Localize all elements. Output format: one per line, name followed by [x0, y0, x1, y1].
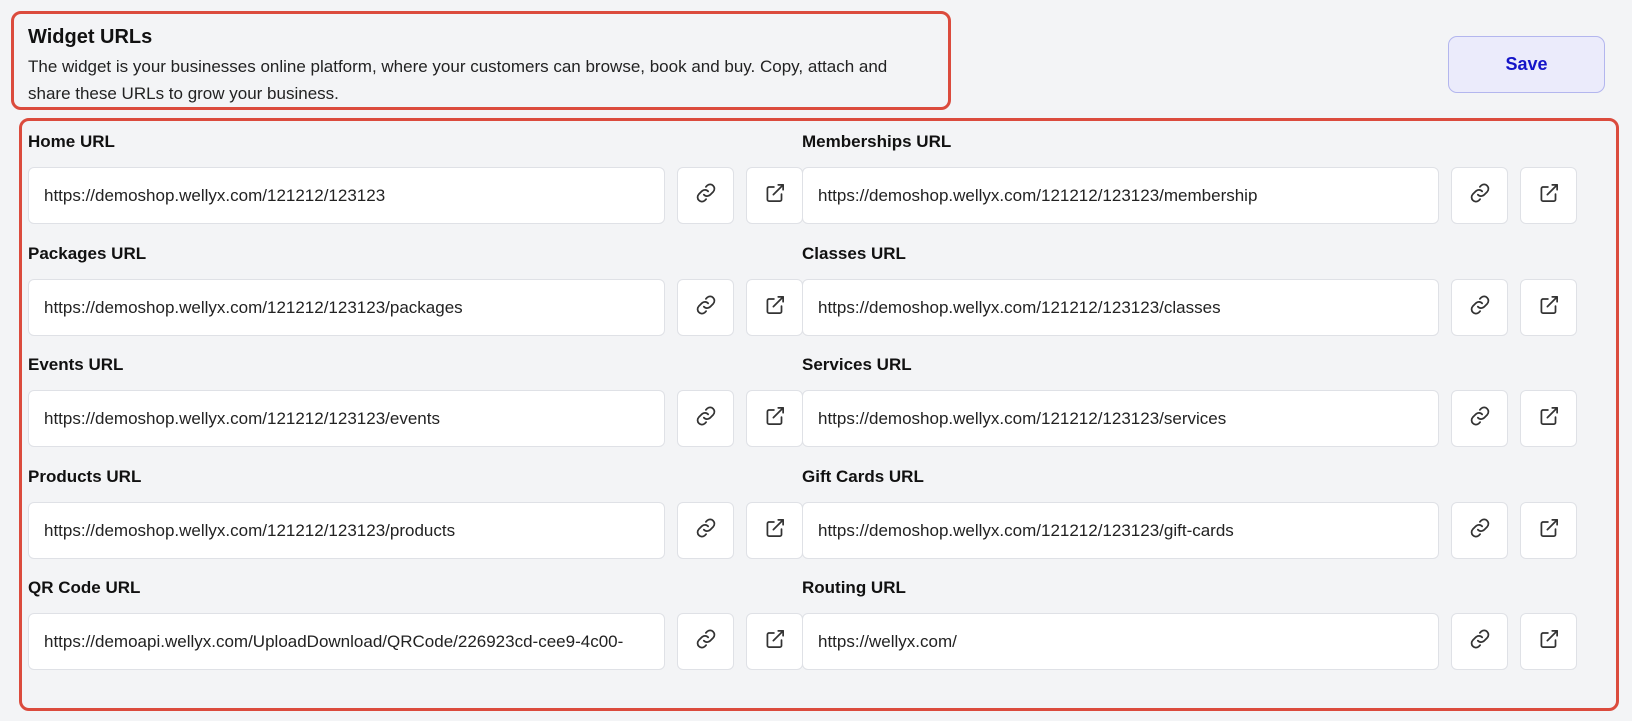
gift-cards-url-label: Gift Cards URL: [802, 467, 924, 486]
external-link-icon: [1536, 292, 1562, 323]
services-url-field-group: Services URL: [802, 354, 1582, 447]
products-url-label: Products URL: [28, 467, 142, 486]
save-button[interactable]: Save: [1448, 36, 1605, 93]
copy-link-button[interactable]: [677, 279, 734, 336]
classes-url-input[interactable]: [802, 279, 1439, 336]
memberships-url-input[interactable]: [802, 167, 1439, 224]
external-link-icon: [762, 403, 788, 434]
widget-urls-page: Widget URLs The widget is your businesse…: [0, 0, 1632, 721]
copy-link-button[interactable]: [1451, 390, 1508, 447]
gift-cards-url-input[interactable]: [802, 502, 1439, 559]
memberships-url-field-group: Memberships URL: [802, 131, 1582, 224]
copy-link-button[interactable]: [1451, 167, 1508, 224]
home-url-row: [28, 167, 803, 224]
external-link-icon: [1536, 515, 1562, 546]
copy-link-button[interactable]: [677, 390, 734, 447]
copy-link-button[interactable]: [677, 613, 734, 670]
page-title: Widget URLs: [28, 26, 153, 48]
external-link-icon: [762, 292, 788, 323]
copy-link-button[interactable]: [1451, 279, 1508, 336]
link-icon: [1467, 626, 1493, 657]
open-url-button[interactable]: [746, 613, 803, 670]
open-url-button[interactable]: [1520, 279, 1577, 336]
url-fields-panel: Home URL Memberships URL Packages URL Class…: [19, 118, 1619, 711]
qr-code-url-field-group: QR Code URL: [28, 577, 808, 670]
external-link-icon: [1536, 180, 1562, 211]
link-icon: [1467, 403, 1493, 434]
copy-link-button[interactable]: [677, 167, 734, 224]
routing-url-row: [802, 613, 1577, 670]
external-link-icon: [1536, 626, 1562, 657]
copy-link-button[interactable]: [1451, 613, 1508, 670]
packages-url-row: [28, 279, 803, 336]
copy-link-button[interactable]: [677, 502, 734, 559]
gift-cards-url-row: [802, 502, 1577, 559]
services-url-label: Services URL: [802, 355, 912, 374]
gift-cards-url-field-group: Gift Cards URL: [802, 466, 1582, 559]
classes-url-row: [802, 279, 1577, 336]
events-url-field-group: Events URL: [28, 354, 808, 447]
open-url-button[interactable]: [746, 167, 803, 224]
link-icon: [1467, 292, 1493, 323]
memberships-url-row: [802, 167, 1577, 224]
products-url-field-group: Products URL: [28, 466, 808, 559]
link-icon: [693, 515, 719, 546]
open-url-button[interactable]: [1520, 502, 1577, 559]
events-url-row: [28, 390, 803, 447]
external-link-icon: [1536, 403, 1562, 434]
packages-url-label: Packages URL: [28, 244, 147, 263]
qr-code-url-row: [28, 613, 803, 670]
link-icon: [693, 403, 719, 434]
routing-url-label: Routing URL: [802, 578, 906, 597]
home-url-label: Home URL: [28, 132, 115, 151]
open-url-button[interactable]: [1520, 167, 1577, 224]
open-url-button[interactable]: [1520, 390, 1577, 447]
page-description: The widget is your businesses online pla…: [28, 57, 888, 103]
link-icon: [693, 292, 719, 323]
events-url-label: Events URL: [28, 355, 124, 374]
routing-url-field-group: Routing URL: [802, 577, 1582, 670]
products-url-row: [28, 502, 803, 559]
products-url-input[interactable]: [28, 502, 665, 559]
home-url-input[interactable]: [28, 167, 665, 224]
link-icon: [1467, 515, 1493, 546]
packages-url-input[interactable]: [28, 279, 665, 336]
services-url-input[interactable]: [802, 390, 1439, 447]
open-url-button[interactable]: [746, 279, 803, 336]
qr-code-url-input[interactable]: [28, 613, 665, 670]
link-icon: [1467, 180, 1493, 211]
link-icon: [693, 180, 719, 211]
routing-url-input[interactable]: [802, 613, 1439, 670]
external-link-icon: [762, 180, 788, 211]
open-url-button[interactable]: [1520, 613, 1577, 670]
external-link-icon: [762, 626, 788, 657]
classes-url-label: Classes URL: [802, 244, 906, 263]
link-icon: [693, 626, 719, 657]
packages-url-field-group: Packages URL: [28, 243, 808, 336]
memberships-url-label: Memberships URL: [802, 132, 952, 151]
external-link-icon: [762, 515, 788, 546]
events-url-input[interactable]: [28, 390, 665, 447]
copy-link-button[interactable]: [1451, 502, 1508, 559]
widget-urls-header: Widget URLs The widget is your businesse…: [11, 11, 951, 110]
qr-code-url-label: QR Code URL: [28, 578, 141, 597]
classes-url-field-group: Classes URL: [802, 243, 1582, 336]
services-url-row: [802, 390, 1577, 447]
open-url-button[interactable]: [746, 390, 803, 447]
open-url-button[interactable]: [746, 502, 803, 559]
home-url-field-group: Home URL: [28, 131, 808, 224]
